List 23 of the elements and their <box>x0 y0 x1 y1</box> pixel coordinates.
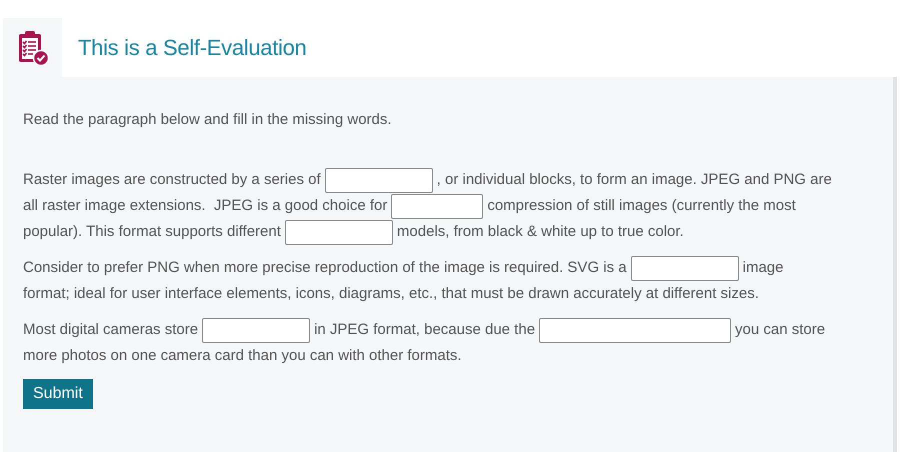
passage-text: popular). This format supports different <box>23 222 281 242</box>
passage-text: all raster image extensions. JPEG is a good choice for <box>23 196 388 216</box>
passage-text: , or individual blocks, to form an image. JPEG and PNG are <box>436 170 832 190</box>
passage-text: models, from black & white up to true color. <box>396 222 684 242</box>
fill-in-field[interactable] <box>539 318 732 342</box>
passage-text: you can store <box>735 320 826 340</box>
fill-in-field[interactable] <box>284 220 393 244</box>
passage-text: Raster images are constructed by a series of <box>23 170 321 190</box>
fill-in-field[interactable] <box>324 168 433 192</box>
passage-text: Most digital cameras store <box>23 320 198 340</box>
passage-text: format; ideal for user interface elements, icons, diagrams, etc., that must be drawn accurately at different sizes. <box>23 284 759 304</box>
fill-in-field[interactable] <box>391 194 484 218</box>
fill-in-field[interactable] <box>630 256 739 280</box>
passage-text: more photos on one camera card than you can with other formats. <box>23 346 462 366</box>
fill-in-field[interactable] <box>202 318 310 342</box>
passage-text: image <box>742 258 784 278</box>
passage-text: Consider to prefer PNG when more precise reproduction of the image is required. SVG is a <box>23 258 627 278</box>
page-title: This is a Self-Evaluation <box>78 34 306 62</box>
passage-text: compression of still images (currently the most <box>487 196 796 216</box>
passage-text: in JPEG format, because due the <box>314 320 536 340</box>
clipboard-check-icon <box>16 30 48 66</box>
instructions-text: Read the paragraph below and fill in the missing words. <box>23 110 393 130</box>
submit-button[interactable]: Submit <box>23 379 93 409</box>
